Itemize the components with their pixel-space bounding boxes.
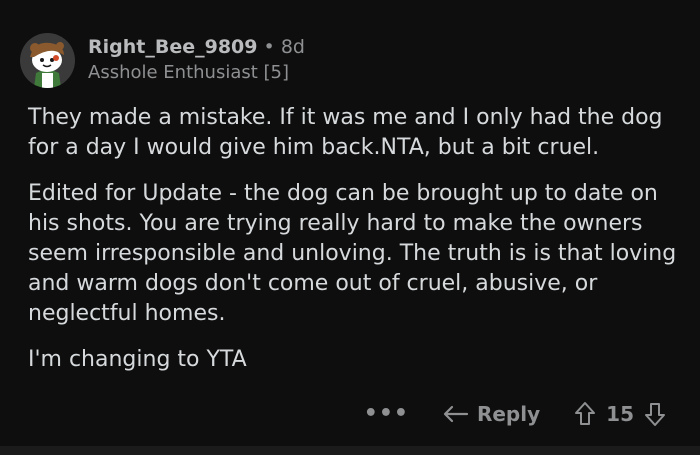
user-avatar[interactable] (20, 33, 75, 88)
vote-count: 15 (606, 402, 634, 426)
comment-header: Right_Bee_9809 • 8d Asshole Enthusiast [… (88, 36, 305, 84)
downvote-icon[interactable] (644, 401, 666, 427)
username[interactable]: Right_Bee_9809 (88, 36, 258, 58)
reply-label: Reply (476, 402, 541, 426)
comment-paragraph: Edited for Update - the dog can be broug… (28, 181, 677, 326)
next-comment-divider (0, 446, 700, 455)
comment: Right_Bee_9809 • 8d Asshole Enthusiast [… (0, 0, 700, 455)
more-options-button[interactable]: ••• (364, 403, 409, 425)
comment-body: They made a mistake. If it was me and I … (28, 103, 678, 391)
vote-controls: 15 (574, 401, 666, 427)
comment-paragraph: They made a mistake. If it was me and I … (28, 105, 663, 160)
comment-age: 8d (280, 36, 305, 58)
username-line: Right_Bee_9809 • 8d (88, 36, 305, 58)
upvote-icon[interactable] (574, 401, 596, 427)
user-flair: Asshole Enthusiast [5] (88, 62, 290, 83)
reply-arrow-icon (443, 405, 469, 423)
separator-dot: • (263, 36, 275, 58)
reply-button[interactable]: Reply (443, 402, 540, 426)
snoo-avatar-icon (20, 33, 75, 88)
comment-paragraph: I'm changing to YTA (28, 347, 247, 372)
comment-actions: ••• Reply 15 (364, 397, 666, 431)
